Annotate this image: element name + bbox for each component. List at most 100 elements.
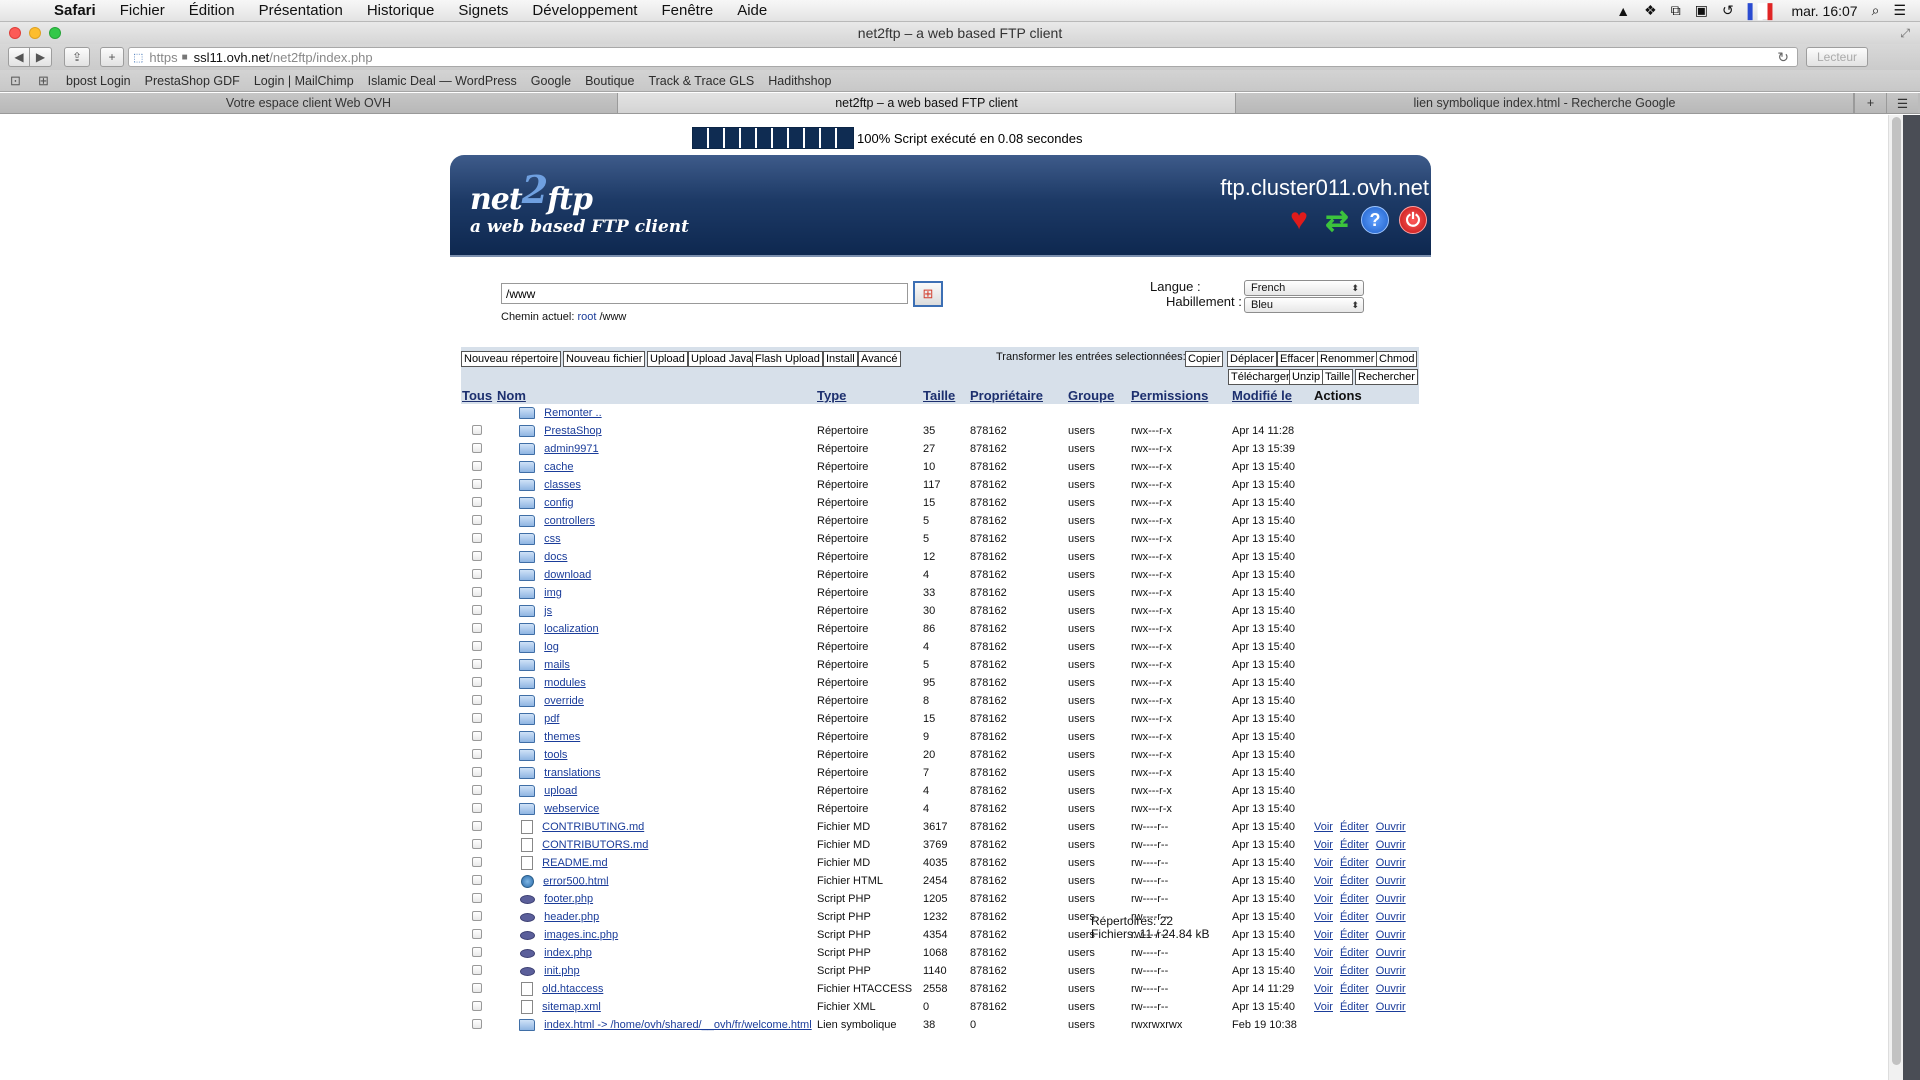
upload-java-button[interactable]: Upload Java — [688, 351, 756, 367]
row-checkbox[interactable] — [472, 928, 482, 939]
open-link[interactable]: Ouvrir — [1376, 893, 1406, 905]
open-link[interactable]: Ouvrir — [1376, 947, 1406, 959]
bookmark-google[interactable]: Google — [531, 74, 571, 88]
row-checkbox[interactable] — [472, 586, 482, 597]
forward-button[interactable]: ▶ — [30, 47, 52, 67]
row-checkbox[interactable] — [472, 820, 482, 831]
sort-type-link[interactable]: Type — [817, 388, 846, 403]
file-name-link[interactable]: translations — [544, 767, 600, 779]
view-link[interactable]: Voir — [1314, 929, 1333, 941]
row-checkbox[interactable] — [472, 910, 482, 921]
edit-link[interactable]: Éditer — [1340, 839, 1369, 851]
search-button[interactable]: Rechercher — [1355, 369, 1418, 385]
reader-button[interactable]: Lecteur — [1806, 47, 1868, 67]
row-checkbox[interactable] — [472, 514, 482, 525]
col-permissions[interactable]: Permissions — [1130, 387, 1231, 404]
col-group[interactable]: Groupe — [1067, 387, 1130, 404]
move-button[interactable]: Déplacer — [1227, 351, 1278, 367]
view-link[interactable]: Voir — [1314, 857, 1333, 869]
file-name-link[interactable]: CONTRIBUTORS.md — [542, 839, 648, 851]
edit-link[interactable]: Éditer — [1340, 857, 1369, 869]
menu-historique[interactable]: Historique — [355, 2, 447, 19]
flag-fr-icon[interactable]: ▌▌▌ — [1748, 2, 1777, 19]
parent-directory-link[interactable]: Remonter .. — [544, 407, 601, 419]
menu-safari[interactable]: Safari — [42, 2, 108, 19]
bookmark-hadithshop[interactable]: Hadithshop — [768, 74, 831, 88]
row-checkbox[interactable] — [472, 676, 482, 687]
file-name-link[interactable]: CONTRIBUTING.md — [542, 821, 644, 833]
file-name-link[interactable]: images.inc.php — [544, 929, 618, 941]
clipboard-icon[interactable]: ▣ — [1695, 2, 1708, 19]
file-name-link[interactable]: PrestaShop — [544, 425, 601, 437]
row-checkbox[interactable] — [472, 712, 482, 723]
delete-button[interactable]: Effacer — [1277, 351, 1318, 367]
file-name-link[interactable]: admin9971 — [544, 443, 598, 455]
col-owner[interactable]: Propriétaire — [969, 387, 1067, 404]
browse-tree-button[interactable]: ⊞ — [913, 281, 943, 307]
sort-modified-link[interactable]: Modifié le — [1232, 388, 1292, 403]
size-button[interactable]: Taille — [1322, 369, 1354, 385]
row-checkbox[interactable] — [472, 730, 482, 741]
col-all[interactable]: Tous — [461, 387, 496, 404]
logout-icon[interactable]: ⏻ — [1399, 206, 1427, 234]
bookmark-boutique[interactable]: Boutique — [585, 74, 634, 88]
view-link[interactable]: Voir — [1314, 875, 1333, 887]
install-button[interactable]: Install — [823, 351, 858, 367]
file-name-link[interactable]: cache — [544, 461, 573, 473]
col-name[interactable]: Nom — [496, 387, 816, 404]
file-name-link[interactable]: old.htaccess — [542, 983, 603, 995]
file-name-link[interactable]: index.html -> /home/ovh/shared/__ovh/fr/… — [544, 1019, 812, 1031]
row-checkbox[interactable] — [472, 856, 482, 867]
file-name-link[interactable]: css — [544, 533, 561, 545]
row-checkbox[interactable] — [472, 568, 482, 579]
bookmark-gls[interactable]: Track & Trace GLS — [648, 74, 754, 88]
view-link[interactable]: Voir — [1314, 821, 1333, 833]
edit-link[interactable]: Éditer — [1340, 1001, 1369, 1013]
menu-fenetre[interactable]: Fenêtre — [649, 2, 725, 19]
row-checkbox[interactable] — [472, 964, 482, 975]
back-button[interactable]: ◀ — [8, 47, 30, 67]
file-name-link[interactable]: mails — [544, 659, 570, 671]
skin-select[interactable]: Bleu — [1244, 297, 1364, 313]
menu-edition[interactable]: Édition — [177, 2, 247, 19]
edit-link[interactable]: Éditer — [1340, 965, 1369, 977]
scrollbar-thumb[interactable] — [1892, 117, 1901, 1065]
zoom-window-button[interactable] — [49, 27, 61, 39]
row-checkbox[interactable] — [472, 478, 482, 489]
clock[interactable]: mar. 16:07 — [1791, 3, 1857, 19]
row-checkbox[interactable] — [472, 802, 482, 813]
window-icon[interactable]: ⧉ — [1671, 2, 1681, 19]
open-link[interactable]: Ouvrir — [1376, 875, 1406, 887]
edit-link[interactable]: Éditer — [1340, 875, 1369, 887]
chmod-button[interactable]: Chmod — [1376, 351, 1418, 367]
new-file-button[interactable]: Nouveau fichier — [563, 351, 646, 367]
file-name-link[interactable]: override — [544, 695, 584, 707]
new-directory-button[interactable]: Nouveau répertoire — [461, 351, 562, 367]
refresh-icon[interactable]: ⇄ — [1323, 205, 1351, 236]
open-link[interactable]: Ouvrir — [1376, 839, 1406, 851]
path-root-link[interactable]: root — [577, 311, 596, 323]
edit-link[interactable]: Éditer — [1340, 929, 1369, 941]
reload-icon[interactable]: ↻ — [1777, 49, 1789, 66]
row-checkbox[interactable] — [472, 496, 482, 507]
row-checkbox[interactable] — [472, 892, 482, 903]
close-window-button[interactable] — [9, 27, 21, 39]
view-link[interactable]: Voir — [1314, 983, 1333, 995]
menu-signets[interactable]: Signets — [446, 2, 520, 19]
row-checkbox[interactable] — [472, 604, 482, 615]
open-link[interactable]: Ouvrir — [1376, 857, 1406, 869]
view-link[interactable]: Voir — [1314, 947, 1333, 959]
row-checkbox[interactable] — [472, 424, 482, 435]
open-link[interactable]: Ouvrir — [1376, 1001, 1406, 1013]
address-bar[interactable]: ⬚ https ■ ssl11.ovh.net /net2ftp/index.p… — [128, 47, 1798, 67]
file-name-link[interactable]: controllers — [544, 515, 595, 527]
file-name-link[interactable]: sitemap.xml — [542, 1001, 601, 1013]
row-checkbox[interactable] — [472, 946, 482, 957]
row-checkbox[interactable] — [472, 784, 482, 795]
help-icon[interactable]: ? — [1361, 206, 1389, 234]
file-name-link[interactable]: docs — [544, 551, 567, 563]
file-name-link[interactable]: README.md — [542, 857, 607, 869]
open-link[interactable]: Ouvrir — [1376, 911, 1406, 923]
row-checkbox[interactable] — [472, 694, 482, 705]
row-checkbox[interactable] — [472, 1018, 482, 1029]
